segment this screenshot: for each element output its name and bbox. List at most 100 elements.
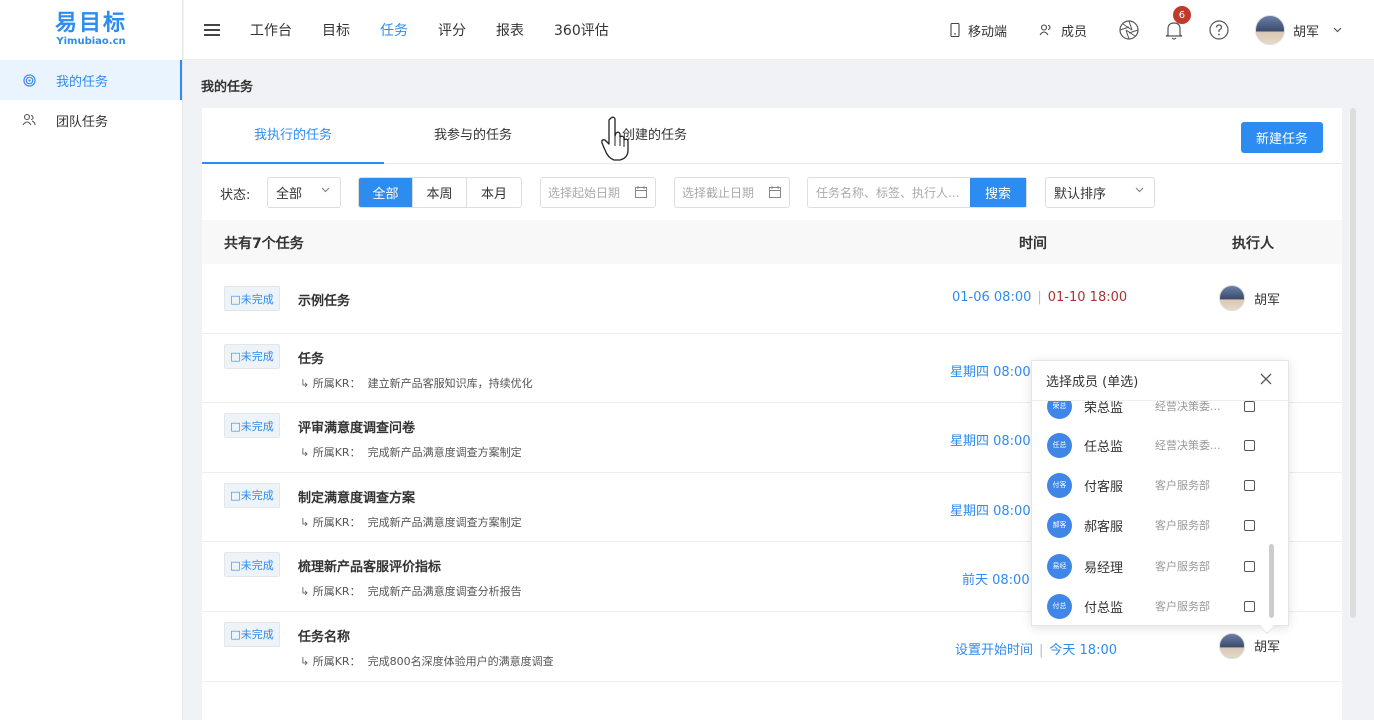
member-list-scrollbar[interactable] bbox=[1269, 544, 1274, 618]
task-start-time[interactable]: 前天 08:00 bbox=[962, 569, 1030, 588]
avatar bbox=[1219, 632, 1245, 659]
task-owner[interactable]: 胡军 bbox=[1219, 285, 1280, 311]
task-start-time[interactable]: 星期四 08:00 bbox=[950, 430, 1031, 449]
member-item[interactable]: 付客 付客服 客户服务部 bbox=[1032, 465, 1288, 505]
search-input[interactable]: 任务名称、标签、执行人... bbox=[808, 178, 970, 207]
start-date-input[interactable]: 选择起始日期 bbox=[540, 177, 656, 208]
range-week[interactable]: 本周 bbox=[413, 178, 467, 207]
task-start-time[interactable]: 星期四 08:00 bbox=[950, 500, 1031, 519]
sidebar-item-label: 我的任务 bbox=[56, 74, 109, 90]
task-time[interactable]: 设置开始时间 | 今天 18:00 bbox=[955, 639, 1117, 658]
member-checkbox[interactable] bbox=[1244, 519, 1255, 531]
member-item[interactable]: 易经 易经理 客户服务部 bbox=[1032, 546, 1288, 586]
kr-text: 完成新产品满意度调查方案制定 bbox=[367, 515, 522, 529]
help-icon[interactable] bbox=[1209, 20, 1229, 40]
task-title[interactable]: 制定满意度调查方案 bbox=[298, 487, 415, 506]
nav-reports[interactable]: 报表 bbox=[496, 20, 524, 40]
task-owner[interactable]: 胡军 bbox=[1219, 632, 1281, 659]
members-icon bbox=[1039, 24, 1051, 36]
status-tag[interactable]: □未完成 bbox=[224, 343, 280, 369]
status-tag[interactable]: □未完成 bbox=[224, 286, 280, 311]
task-kr: ↳ 所属KR： 完成新产品满意度调查分析报告 bbox=[300, 583, 522, 599]
member-item[interactable]: 任总 任总监 经营决策委... bbox=[1032, 425, 1288, 465]
task-title[interactable]: 示例任务 bbox=[298, 290, 350, 309]
target-icon bbox=[22, 73, 36, 87]
task-tabs: 我执行的任务 我参与的任务 创建的任务 新建任务 bbox=[202, 108, 1342, 164]
search-button[interactable]: 搜索 bbox=[970, 178, 1026, 207]
menu-icon[interactable] bbox=[204, 21, 220, 39]
task-end-time: 01-10 18:00 bbox=[1047, 290, 1128, 305]
member-item[interactable]: 付总 付总监 客户服务部 bbox=[1032, 586, 1288, 625]
member-avatar: 易经 bbox=[1047, 553, 1072, 579]
tab-executing[interactable]: 我执行的任务 bbox=[202, 108, 384, 164]
table-row[interactable]: □未完成 示例任务 01-06 08:00 | 01-10 18:00 胡军 bbox=[202, 264, 1342, 334]
nav-scoring[interactable]: 评分 bbox=[438, 20, 466, 40]
member-checkbox[interactable] bbox=[1244, 600, 1255, 612]
sort-select[interactable]: 默认排序 bbox=[1045, 177, 1155, 208]
end-date-input[interactable]: 选择截止日期 bbox=[674, 177, 790, 208]
page-title: 我的任务 bbox=[201, 80, 254, 95]
task-count: 共有7个任务 bbox=[224, 236, 304, 252]
notification-badge: 6 bbox=[1172, 6, 1191, 24]
member-list[interactable]: 荣总 荣总监 经营决策委... 任总 任总监 经营决策委... 付客 付客服 客… bbox=[1032, 401, 1288, 625]
status-tag[interactable]: □未完成 bbox=[224, 552, 280, 578]
sidebar-item-my-tasks[interactable]: 我的任务 bbox=[0, 60, 182, 100]
nav-360-review[interactable]: 360评估 bbox=[554, 20, 609, 40]
task-start-time[interactable]: 星期四 08:00 bbox=[950, 361, 1031, 380]
tab-participating[interactable]: 我参与的任务 bbox=[434, 108, 512, 164]
aperture-icon[interactable] bbox=[1119, 20, 1139, 40]
members-link[interactable]: 成员 bbox=[1039, 21, 1087, 40]
range-month[interactable]: 本月 bbox=[467, 178, 521, 207]
member-checkbox[interactable] bbox=[1244, 439, 1255, 451]
task-start-time: 设置开始时间 bbox=[955, 642, 1034, 658]
popup-title: 选择成员 (单选) bbox=[1046, 375, 1139, 390]
close-icon[interactable] bbox=[1260, 373, 1272, 385]
task-search: 任务名称、标签、执行人... 搜索 bbox=[807, 177, 1027, 208]
member-checkbox[interactable] bbox=[1244, 401, 1255, 412]
nav-workbench[interactable]: 工作台 bbox=[250, 20, 292, 40]
owner-name: 胡军 bbox=[1254, 292, 1281, 308]
status-select-value: 全部 bbox=[276, 187, 303, 202]
member-avatar: 任总 bbox=[1047, 432, 1072, 458]
member-avatar: 付客 bbox=[1047, 472, 1072, 498]
member-checkbox[interactable] bbox=[1244, 560, 1255, 572]
status-tag[interactable]: □未完成 bbox=[224, 621, 280, 647]
popup-header: 选择成员 (单选) bbox=[1032, 361, 1288, 401]
member-avatar: 付总 bbox=[1047, 593, 1072, 619]
mobile-link[interactable]: 移动端 bbox=[950, 21, 1007, 40]
member-item[interactable]: 郝客 郝客服 客户服务部 bbox=[1032, 505, 1288, 545]
task-time[interactable]: 01-06 08:00 | 01-10 18:00 bbox=[952, 290, 1127, 305]
task-kr: ↳ 所属KR： 建立新产品客服知识库，持续优化 bbox=[300, 375, 533, 391]
page-scrollbar[interactable] bbox=[1350, 108, 1356, 618]
bell-icon[interactable]: 6 bbox=[1165, 6, 1191, 40]
task-start-time: 01-06 08:00 bbox=[952, 290, 1032, 305]
member-dept: 经营决策委... bbox=[1155, 439, 1221, 452]
new-task-button[interactable]: 新建任务 bbox=[1241, 122, 1323, 153]
avatar bbox=[1219, 285, 1245, 311]
nav-tasks[interactable]: 任务 bbox=[380, 20, 408, 40]
task-title[interactable]: 任务名称 bbox=[298, 626, 350, 645]
status-select[interactable]: 全部 bbox=[267, 177, 341, 208]
nav-goals[interactable]: 目标 bbox=[322, 20, 350, 40]
task-title[interactable]: 梳理新产品客服评价指标 bbox=[298, 556, 441, 575]
end-date-placeholder: 选择截止日期 bbox=[682, 186, 755, 200]
member-name: 任总监 bbox=[1084, 439, 1124, 455]
task-title[interactable]: 任务 bbox=[298, 348, 324, 367]
member-checkbox[interactable] bbox=[1244, 479, 1255, 491]
sidebar-item-team-tasks[interactable]: 团队任务 bbox=[0, 100, 182, 140]
task-title[interactable]: 评审满意度调查问卷 bbox=[298, 417, 415, 436]
status-tag[interactable]: □未完成 bbox=[224, 482, 280, 508]
member-dept: 经营决策委... bbox=[1155, 401, 1221, 413]
user-menu[interactable]: 胡军 bbox=[1254, 15, 1342, 45]
status-tag[interactable]: □未完成 bbox=[224, 413, 280, 439]
task-kr: ↳ 所属KR： 完成800名深度体验用户的满意度调查 bbox=[300, 653, 554, 669]
member-avatar: 郝客 bbox=[1047, 512, 1072, 538]
member-item[interactable]: 荣总 荣总监 经营决策委... bbox=[1032, 401, 1288, 426]
sort-select-value: 默认排序 bbox=[1054, 187, 1107, 202]
task-kr: ↳ 所属KR： 完成新产品满意度调查方案制定 bbox=[300, 514, 522, 530]
logo[interactable]: 易目标 Yimubiao.cn bbox=[0, 0, 182, 60]
owner-name: 胡军 bbox=[1254, 640, 1281, 656]
calendar-icon bbox=[635, 186, 647, 198]
range-all[interactable]: 全部 bbox=[359, 178, 413, 207]
link-icon: ↳ bbox=[300, 376, 313, 390]
